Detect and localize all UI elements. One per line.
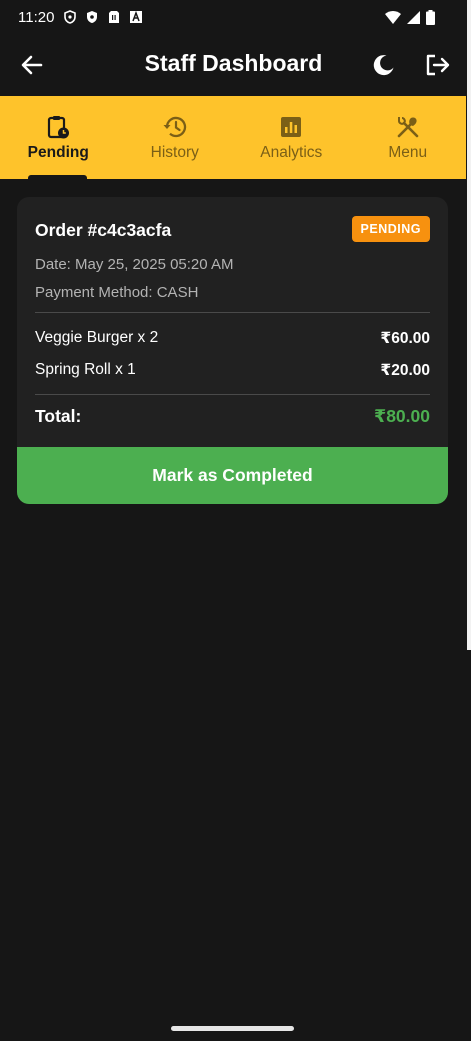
total-value: ₹80.00 [374,406,430,426]
sim-card-icon [109,11,119,23]
moon-icon [373,55,394,76]
item-price: ₹20.00 [380,362,430,379]
window-edge [467,0,471,650]
tab-bar: Pending History Analytics Menu [0,96,466,179]
item-price: ₹60.00 [380,330,430,347]
tab-pending[interactable]: Pending [0,96,117,179]
status-bar: 11:20 [0,0,471,34]
order-date: Date: May 25, 2025 05:20 AM [35,256,234,273]
history-icon [162,114,188,140]
status-time: 11:20 [18,9,55,26]
total-row: Total: ₹80.00 [35,406,430,427]
mark-completed-button[interactable]: Mark as Completed [17,447,448,504]
theme-toggle-button[interactable] [370,51,398,79]
tab-history[interactable]: History [117,96,234,179]
tab-analytics[interactable]: Analytics [233,96,350,179]
tab-label: Analytics [260,144,323,161]
divider [35,394,430,395]
gesture-bar[interactable] [171,1026,294,1031]
fork-knife-icon [395,114,421,140]
divider [35,312,430,313]
logout-button[interactable] [424,51,452,79]
item-name: Spring Roll x 1 [35,361,136,378]
status-badge: PENDING [351,216,430,242]
shield-outline-icon [64,10,76,24]
signal-icon [407,10,420,24]
tab-label: Pending [27,144,89,161]
item-name: Veggie Burger x 2 [35,329,159,346]
status-system-icons [385,10,435,25]
analytics-icon [278,114,304,140]
app-bar: Staff Dashboard [0,34,467,96]
screen: 11:20 Staff Dashboard Pending History An… [0,0,471,1041]
logout-icon [426,54,450,76]
order-card: Order #c4c3acfa PENDING Date: May 25, 20… [17,197,448,504]
tab-label: Menu [388,144,428,161]
tab-menu[interactable]: Menu [350,96,467,179]
wifi-icon [385,10,401,24]
battery-icon [426,10,435,25]
shield-filled-icon [87,11,97,23]
status-notification-icons [63,10,143,24]
order-id: Order #c4c3acfa [35,220,172,240]
font-a-icon [130,10,142,23]
clipboard-clock-icon [45,114,71,140]
order-item-row: Veggie Burger x 2 ₹60.00 [35,329,430,348]
order-item-row: Spring Roll x 1 ₹20.00 [35,361,430,380]
tab-label: History [150,144,199,161]
payment-method: Payment Method: CASH [35,284,199,301]
total-label: Total: [35,406,82,426]
active-tab-indicator [28,175,87,179]
